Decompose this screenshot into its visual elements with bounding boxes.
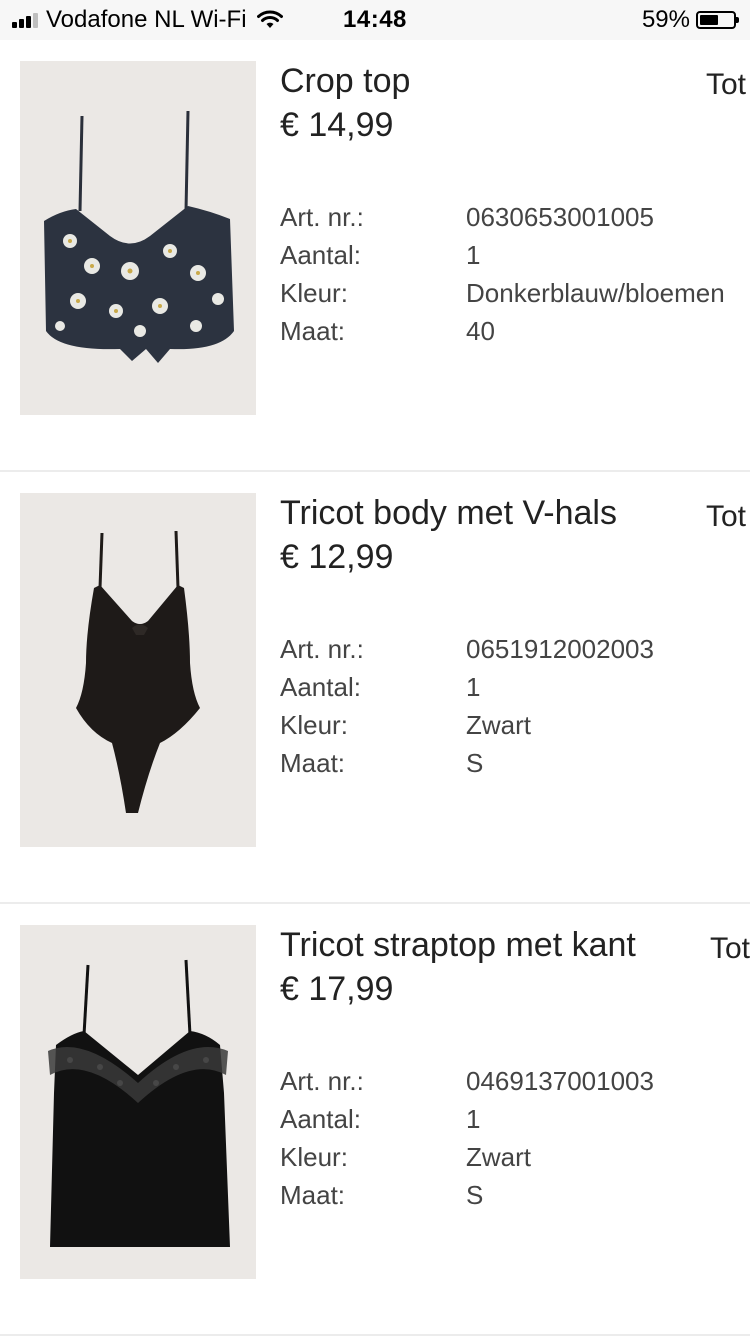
article-number-value: 0630653001005 (466, 202, 654, 232)
size-row: Maat: 40 (280, 312, 750, 350)
article-number-label: Art. nr.: (280, 202, 364, 232)
product-image-body[interactable] (20, 493, 256, 847)
article-number-label: Art. nr.: (280, 634, 364, 664)
article-number-row: Art. nr.: 0651912002003 (280, 630, 750, 668)
quantity-row: Aantal: 1 (280, 1100, 750, 1138)
cellular-signal-icon (12, 12, 38, 28)
quantity-label: Aantal: (280, 240, 361, 270)
product-price: € 14,99 (280, 106, 394, 144)
total-label: Tot (706, 68, 747, 101)
product-title[interactable]: Tricot body met V-hals (280, 494, 617, 533)
color-label: Kleur: (280, 1142, 348, 1172)
color-value: Zwart (466, 1142, 531, 1172)
product-image-strap-top[interactable] (20, 925, 256, 1279)
quantity-value: 1 (466, 240, 481, 270)
quantity-label: Aantal: (280, 672, 361, 702)
status-bar-left: Vodafone NL Wi-Fi (12, 6, 283, 34)
color-label: Kleur: (280, 710, 348, 740)
battery-icon (696, 11, 739, 29)
article-number-label: Art. nr.: (280, 1066, 364, 1096)
quantity-row: Aantal: 1 (280, 236, 750, 274)
quantity-row: Aantal: 1 (280, 668, 750, 706)
product-price: € 12,99 (280, 538, 394, 576)
quantity-value: 1 (466, 672, 481, 702)
order-item[interactable]: Crop top Tot € 14,99 Art. nr.: 063065300… (0, 40, 750, 472)
size-label: Maat: (280, 1180, 346, 1210)
product-title[interactable]: Crop top (280, 62, 410, 101)
clock: 14:48 (343, 6, 407, 33)
size-value: 40 (466, 316, 495, 346)
article-number-row: Art. nr.: 0469137001003 (280, 1062, 750, 1100)
article-number-row: Art. nr.: 0630653001005 (280, 198, 750, 236)
product-details: Art. nr.: 0469137001003 Aantal: 1 Kleur:… (280, 1062, 750, 1214)
wifi-icon (256, 10, 283, 28)
quantity-label: Aantal: (280, 1104, 361, 1134)
color-value: Zwart (466, 710, 531, 740)
total-label: Tot (706, 500, 747, 533)
color-row: Kleur: Zwart (280, 1138, 750, 1176)
battery-percentage: 59% (641, 6, 690, 33)
status-bar-right: 59% (641, 6, 739, 34)
order-item[interactable]: Tricot straptop met kant Tot € 17,99 Art… (0, 904, 750, 1336)
size-row: Maat: S (280, 744, 750, 782)
color-row: Kleur: Donkerblauw/bloemen (280, 274, 750, 312)
size-value: S (466, 1180, 484, 1210)
carrier-name: Vodafone NL Wi-Fi (46, 6, 247, 33)
color-row: Kleur: Zwart (280, 706, 750, 744)
color-value: Donkerblauw/bloemen (466, 278, 725, 308)
product-details: Art. nr.: 0630653001005 Aantal: 1 Kleur:… (280, 198, 750, 350)
article-number-value: 0469137001003 (466, 1066, 654, 1096)
size-label: Maat: (280, 748, 346, 778)
order-item[interactable]: Tricot body met V-hals Tot € 12,99 Art. … (0, 472, 750, 904)
size-row: Maat: S (280, 1176, 750, 1214)
size-label: Maat: (280, 316, 346, 346)
product-title[interactable]: Tricot straptop met kant (280, 926, 636, 965)
quantity-value: 1 (466, 1104, 481, 1134)
product-details: Art. nr.: 0651912002003 Aantal: 1 Kleur:… (280, 630, 750, 782)
product-image-crop-top[interactable] (20, 61, 256, 415)
size-value: S (466, 748, 484, 778)
article-number-value: 0651912002003 (466, 634, 654, 664)
product-price: € 17,99 (280, 970, 394, 1008)
status-bar: Vodafone NL Wi-Fi 14:48 59% (0, 0, 750, 40)
color-label: Kleur: (280, 278, 348, 308)
total-label: Tot (710, 932, 750, 965)
